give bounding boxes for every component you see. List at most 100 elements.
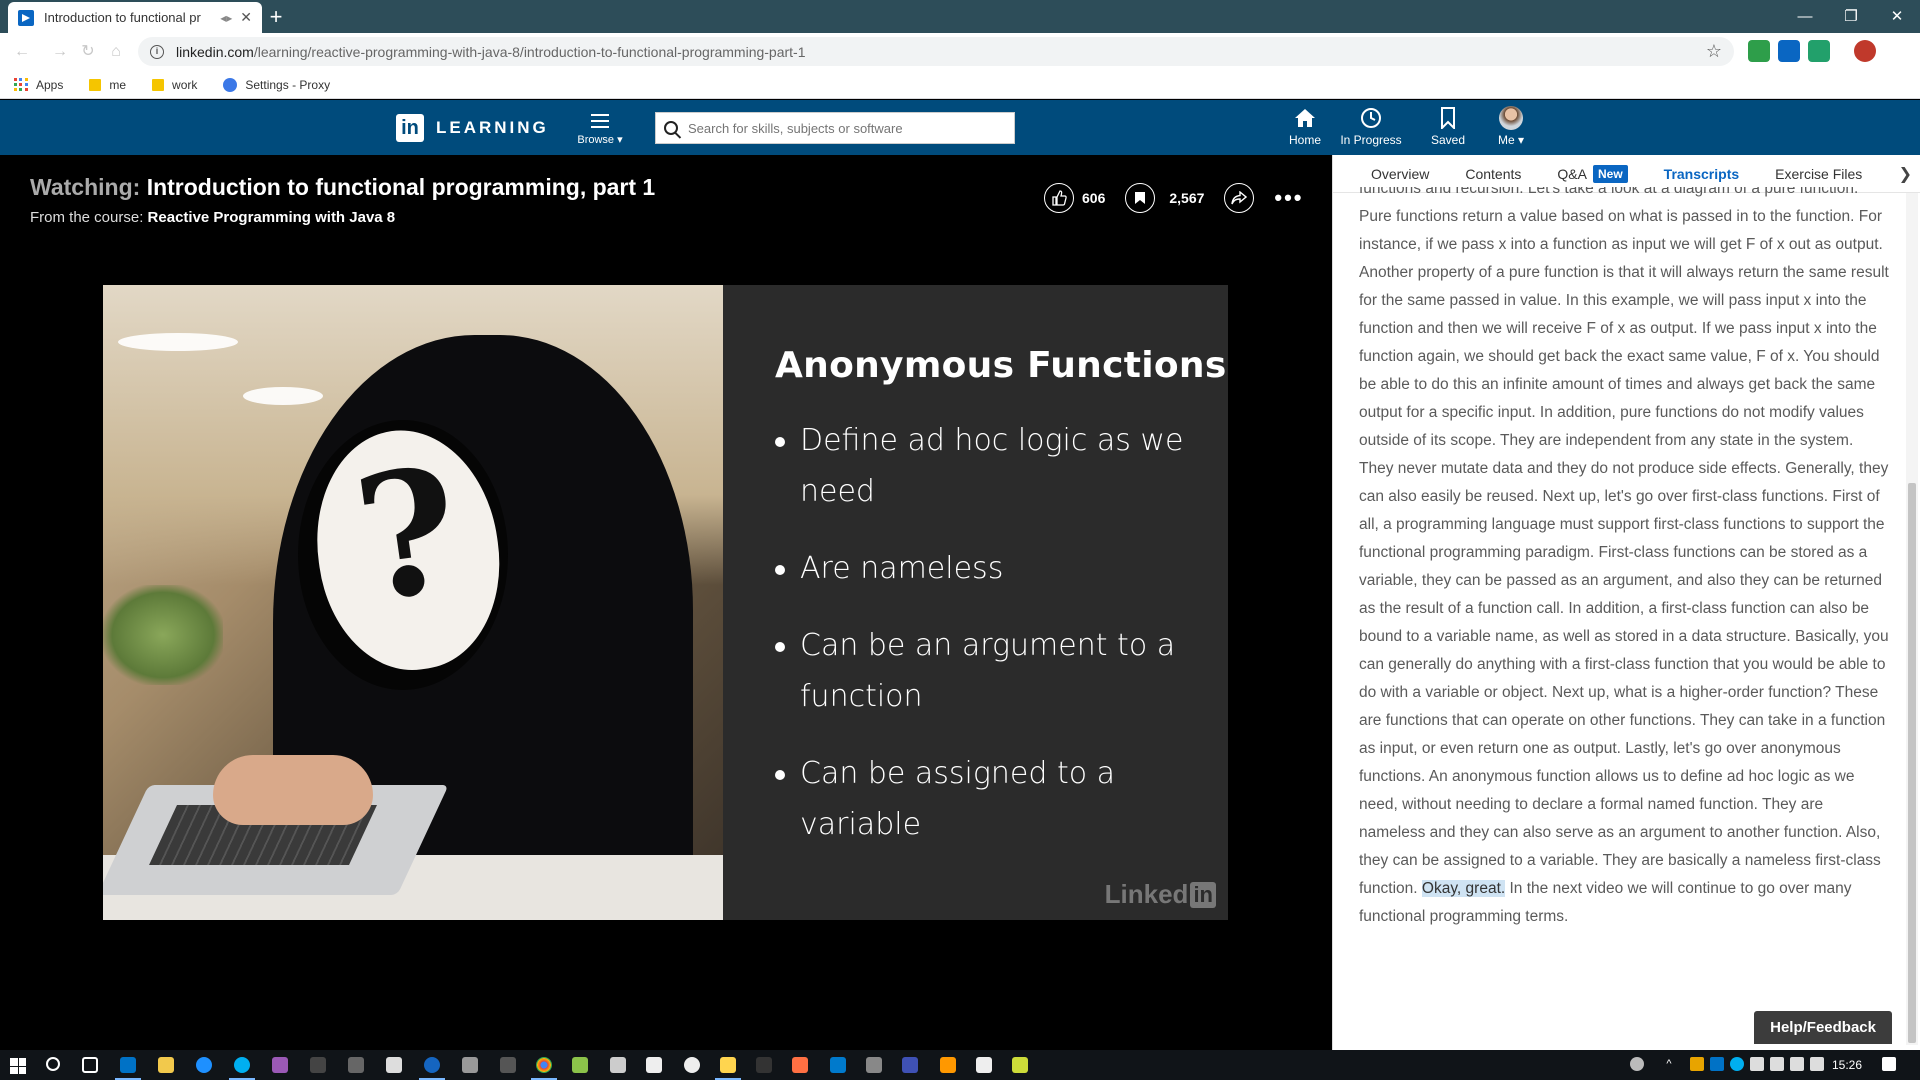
course-link[interactable]: Reactive Programming with Java 8 — [148, 209, 396, 226]
outlook-icon[interactable] — [115, 1057, 141, 1080]
app-icon[interactable] — [684, 1057, 700, 1073]
browser-tab[interactable]: Introduction to functional pr ◂▸ ✕ — [8, 2, 262, 33]
app-icon[interactable] — [902, 1057, 918, 1073]
file-explorer-icon[interactable] — [158, 1057, 174, 1073]
gear-icon — [223, 77, 238, 92]
reload-icon[interactable]: ↻ — [78, 42, 98, 62]
app-icon[interactable] — [572, 1057, 588, 1073]
app-icon[interactable] — [610, 1057, 626, 1073]
browse-menu-button[interactable]: Browse ▾ — [572, 110, 628, 146]
help-feedback-button[interactable]: Help/Feedback — [1754, 1011, 1892, 1044]
restore-window-button[interactable]: ❐ — [1828, 4, 1874, 30]
chevron-right-icon[interactable]: ❯ — [1899, 164, 1912, 184]
close-window-button[interactable]: ✕ — [1874, 4, 1920, 30]
internet-explorer-icon[interactable] — [196, 1057, 212, 1073]
bookmark-me[interactable]: me — [89, 78, 126, 92]
transcript-segment[interactable]: functions and recursion. Let's take a lo… — [1359, 187, 1889, 897]
nav-saved[interactable]: Saved — [1422, 106, 1474, 147]
terminal-icon[interactable] — [310, 1057, 326, 1073]
share-button[interactable] — [1224, 183, 1255, 213]
url-path: /learning/reactive-programming-with-java… — [253, 43, 806, 60]
like-button[interactable] — [1044, 183, 1074, 213]
app-icon[interactable] — [462, 1057, 478, 1073]
app-icon[interactable] — [792, 1057, 808, 1073]
app-icon[interactable] — [976, 1057, 992, 1073]
watermark-in: in — [1190, 881, 1216, 908]
chrome-icon[interactable] — [531, 1057, 557, 1080]
app-icon[interactable] — [386, 1057, 402, 1073]
back-arrow-icon[interactable]: ← — [12, 42, 32, 62]
bookmark-star-icon[interactable]: ☆ — [1706, 41, 1722, 62]
app-icon[interactable] — [1012, 1057, 1028, 1073]
tab-audio-icon[interactable]: ◂▸ — [220, 11, 232, 25]
search-icon[interactable] — [46, 1057, 60, 1071]
notifications-icon[interactable] — [1882, 1057, 1896, 1071]
linkedin-extension-icon[interactable] — [1778, 40, 1800, 62]
app-icon[interactable] — [646, 1057, 662, 1073]
extension-icon[interactable] — [1808, 40, 1830, 62]
bookmark-work[interactable]: work — [152, 78, 197, 92]
nav-in-progress[interactable]: In Progress — [1336, 106, 1406, 147]
chevron-up-icon[interactable]: ^ — [1662, 1057, 1676, 1071]
skype-icon[interactable] — [229, 1057, 255, 1080]
forward-arrow-icon[interactable]: → — [50, 42, 70, 62]
address-bar[interactable]: i linkedin.com/learning/reactive-program… — [138, 37, 1734, 66]
tray-icon[interactable] — [1690, 1057, 1704, 1071]
search-input[interactable] — [688, 120, 1006, 136]
app-icon[interactable] — [500, 1057, 516, 1073]
nav-home[interactable]: Home — [1278, 106, 1332, 147]
windows-start-icon[interactable] — [10, 1058, 26, 1074]
nav-label: Home — [1288, 133, 1321, 147]
windows-taskbar: ^ 15:26 — [0, 1050, 1920, 1080]
people-icon[interactable] — [1630, 1057, 1644, 1071]
video-player[interactable]: ? Anonymous Functions Define ad hoc logi… — [103, 285, 1228, 920]
slide-bullet: Can be assigned to a variable — [775, 748, 1195, 850]
app-icon[interactable] — [348, 1057, 364, 1073]
app-icon[interactable] — [419, 1057, 445, 1080]
tab-exercise-files[interactable]: Exercise Files — [1775, 166, 1862, 182]
new-tab-button[interactable]: + — [262, 4, 290, 30]
slide-panel: Anonymous Functions Define ad hoc logic … — [723, 285, 1228, 920]
tab-overview[interactable]: Overview — [1371, 166, 1429, 182]
more-options-button[interactable]: ••• — [1274, 185, 1303, 211]
volume-icon[interactable] — [1810, 1057, 1824, 1071]
app-icon[interactable] — [866, 1057, 882, 1073]
profile-avatar-icon[interactable] — [1854, 40, 1876, 62]
bookmark-label: me — [109, 77, 127, 92]
tray-icon[interactable] — [1710, 1057, 1724, 1071]
minimize-window-button[interactable]: — — [1782, 4, 1828, 30]
keyboard-icon[interactable] — [1770, 1057, 1784, 1071]
search-box[interactable] — [655, 112, 1015, 144]
nav-me[interactable]: Me ▾ — [1488, 106, 1534, 147]
task-view-icon[interactable] — [82, 1057, 98, 1073]
network-icon[interactable] — [1790, 1057, 1804, 1071]
extension-icon[interactable] — [1748, 40, 1770, 62]
transcript-scrollbar[interactable] — [1906, 193, 1918, 1045]
tab-contents[interactable]: Contents — [1465, 166, 1521, 182]
app-icon[interactable] — [272, 1057, 288, 1073]
tab-transcripts[interactable]: Transcripts — [1664, 166, 1739, 182]
tab-qa[interactable]: Q&A New — [1557, 164, 1628, 183]
slide-bullet: Are nameless — [775, 543, 1195, 594]
home-icon[interactable]: ⌂ — [106, 42, 126, 62]
tab-close-icon[interactable]: ✕ — [240, 9, 252, 26]
vscode-icon[interactable] — [830, 1057, 846, 1073]
system-clock[interactable]: 15:26 — [1832, 1050, 1862, 1080]
scrollbar-thumb[interactable] — [1908, 483, 1916, 1043]
bookmark-apps[interactable]: Apps — [14, 77, 63, 92]
apps-grid-icon — [14, 77, 28, 92]
bookmarks-bar: Apps me work Settings - Proxy — [0, 71, 1920, 99]
sticky-notes-icon[interactable] — [715, 1057, 741, 1080]
slide-heading: Anonymous Functions — [775, 345, 1227, 386]
tray-icon[interactable] — [1750, 1057, 1764, 1071]
bookmark-label: Settings - Proxy — [245, 77, 331, 92]
site-info-icon[interactable]: i — [150, 44, 164, 59]
save-button[interactable] — [1125, 183, 1156, 213]
transcript-text[interactable]: functions and recursion. Let's take a lo… — [1359, 187, 1889, 1027]
transcript-current-segment[interactable]: Okay, great. — [1421, 880, 1506, 897]
linkedin-learning-logo[interactable]: in LEARNING — [396, 114, 549, 142]
tray-icon[interactable] — [1730, 1057, 1744, 1071]
bookmark-settings-proxy[interactable]: Settings - Proxy — [223, 77, 331, 92]
app-icon[interactable] — [940, 1057, 956, 1073]
app-icon[interactable] — [756, 1057, 772, 1073]
